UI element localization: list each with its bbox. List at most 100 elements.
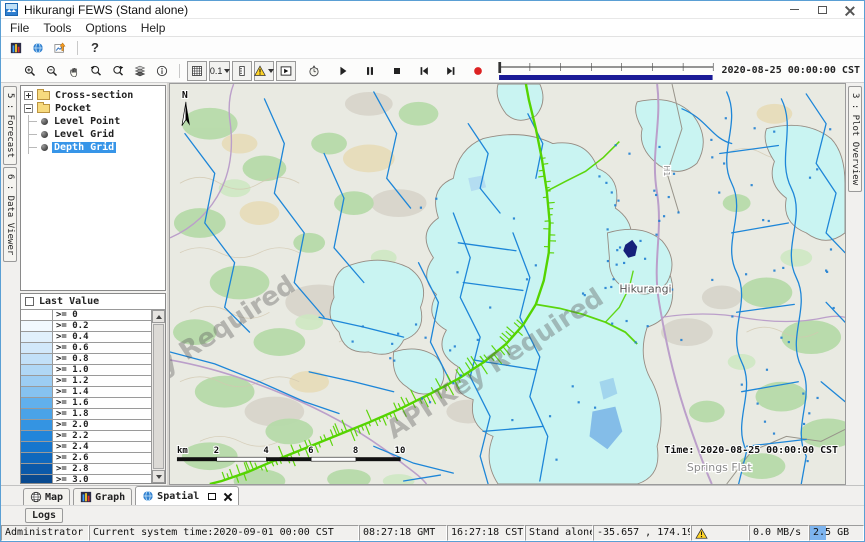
tree-item-level-point[interactable]: Level Point [22, 115, 164, 128]
timeline-handle[interactable] [498, 62, 501, 73]
legend-swatch [21, 431, 53, 441]
arrow-up-icon [156, 315, 162, 319]
menu-tools[interactable]: Tools [36, 21, 78, 35]
svg-text:N: N [182, 90, 188, 101]
zoom-next-button[interactable] [108, 61, 128, 81]
stopwatch-icon [308, 65, 320, 77]
warnings-dropdown[interactable] [254, 61, 274, 81]
grid-icon [191, 65, 203, 77]
tab-forecast[interactable]: 5 : Forecast [3, 86, 17, 165]
legend-swatch [21, 398, 53, 408]
legend-swatch [21, 376, 53, 386]
info-button[interactable] [152, 61, 172, 81]
help-button[interactable]: ? [85, 38, 105, 58]
pan-button[interactable] [64, 61, 84, 81]
tab-graph[interactable]: Graph [73, 488, 132, 505]
folder-icon [37, 91, 50, 100]
tree-item-pocket[interactable]: Pocket [22, 102, 164, 115]
tab-close-icon[interactable] [223, 492, 232, 501]
zoom-out-icon [46, 65, 58, 77]
tab-data-viewer[interactable]: 6 : Data Viewer [3, 167, 17, 262]
last-value-label: Last Value [39, 296, 99, 307]
logs-button[interactable]: Logs [25, 508, 63, 523]
tree-item-label: Cross-section [53, 90, 135, 101]
legend-value: >= 1.2 [53, 376, 151, 386]
stop-icon [391, 65, 403, 77]
timeseries-dialog-button[interactable] [50, 38, 70, 58]
svg-text:km: km [177, 446, 188, 456]
status-gmt-time: 08:27:18 GMT [359, 525, 447, 541]
expand-icon[interactable] [24, 91, 33, 100]
toolbar-separator [77, 41, 78, 55]
timer-button[interactable] [304, 61, 324, 81]
warning-icon[interactable] [695, 528, 708, 539]
tab-maximize-icon[interactable] [208, 493, 216, 500]
tree-item-level-grid[interactable]: Level Grid [22, 128, 164, 141]
legend-row: >= 1.8 [21, 409, 151, 420]
tab-plot-overview[interactable]: 3 : Plot Overview [848, 86, 862, 192]
legend-row: >= 0.6 [21, 343, 151, 354]
legend-value: >= 0.4 [53, 332, 151, 342]
layers-button[interactable] [130, 61, 150, 81]
zoom-in-button[interactable] [20, 61, 40, 81]
timeline-slider[interactable] [497, 60, 716, 82]
legend-row: >= 1.0 [21, 365, 151, 376]
menu-help[interactable]: Help [134, 21, 173, 35]
legend-scrollbar[interactable] [151, 310, 165, 483]
legend-swatch [21, 343, 53, 353]
map-viewport[interactable]: API Key Required API Key Required Hikura… [169, 83, 846, 485]
scroll-up-button[interactable] [152, 310, 165, 323]
record-button[interactable] [468, 61, 488, 81]
zoom-in-icon [24, 65, 36, 77]
stop-button[interactable] [387, 61, 407, 81]
app-window: Hikurangi FEWS (Stand alone) File Tools … [0, 0, 865, 542]
timeline-progress-bar [499, 75, 713, 80]
skip-end-icon [445, 65, 457, 77]
data-viewer-panel: Cross-section Pocket Level Point Level G… [19, 83, 167, 485]
tab-map[interactable]: Map [23, 488, 70, 505]
left-tab-strip: 5 : Forecast 6 : Data Viewer [1, 83, 19, 485]
svg-text:4: 4 [263, 446, 268, 456]
animation-panel-button[interactable] [276, 61, 296, 81]
legend-value: >= 2.0 [53, 420, 151, 430]
tree-item-label-selected: Depth Grid [52, 142, 116, 153]
play-button[interactable] [333, 61, 353, 81]
menu-file[interactable]: File [3, 21, 36, 35]
minimize-button[interactable] [780, 1, 808, 18]
layers-icon [134, 65, 146, 77]
tree-item-depth-grid[interactable]: Depth Grid [22, 141, 164, 154]
info-icon [156, 65, 168, 77]
pause-button[interactable] [360, 61, 380, 81]
close-button[interactable] [836, 1, 864, 18]
wire-globe-icon [30, 491, 42, 503]
step-forward-button[interactable] [441, 61, 461, 81]
zoom-out-button[interactable] [42, 61, 62, 81]
step-back-button[interactable] [414, 61, 434, 81]
globe-icon [142, 490, 154, 502]
legend-value: >= 1.6 [53, 398, 151, 408]
legend-panel: Last Value >= 0>= 0.2>= 0.4>= 0.6>= 0.8>… [20, 293, 166, 484]
zoom-previous-button[interactable] [86, 61, 106, 81]
database-explorer-button[interactable] [6, 38, 26, 58]
last-value-checkbox[interactable] [25, 297, 34, 306]
place-label: Springs Flat [687, 461, 752, 474]
collapse-icon[interactable] [24, 104, 33, 113]
grid-display-button[interactable] [187, 61, 207, 81]
legend-row: >= 1.6 [21, 398, 151, 409]
menu-bar: File Tools Options Help [1, 19, 864, 37]
maximize-button[interactable] [808, 1, 836, 18]
legend-swatch [21, 354, 53, 364]
spatial-display-button[interactable] [28, 38, 48, 58]
menu-options[interactable]: Options [78, 21, 133, 35]
town-label: Hikurangi [619, 282, 671, 295]
scale-ruler-button[interactable] [232, 61, 252, 81]
legend-swatch [21, 365, 53, 375]
legend-value: >= 2.4 [53, 442, 151, 452]
scroll-thumb[interactable] [153, 324, 164, 469]
class-interval-dropdown[interactable]: 0.1 [209, 61, 230, 81]
window-title: Hikurangi FEWS (Stand alone) [24, 3, 188, 17]
scroll-down-button[interactable] [152, 470, 165, 483]
tree-item-cross-section[interactable]: Cross-section [22, 89, 164, 102]
tab-spatial[interactable]: Spatial [135, 486, 239, 505]
legend-value: >= 0 [53, 310, 151, 320]
